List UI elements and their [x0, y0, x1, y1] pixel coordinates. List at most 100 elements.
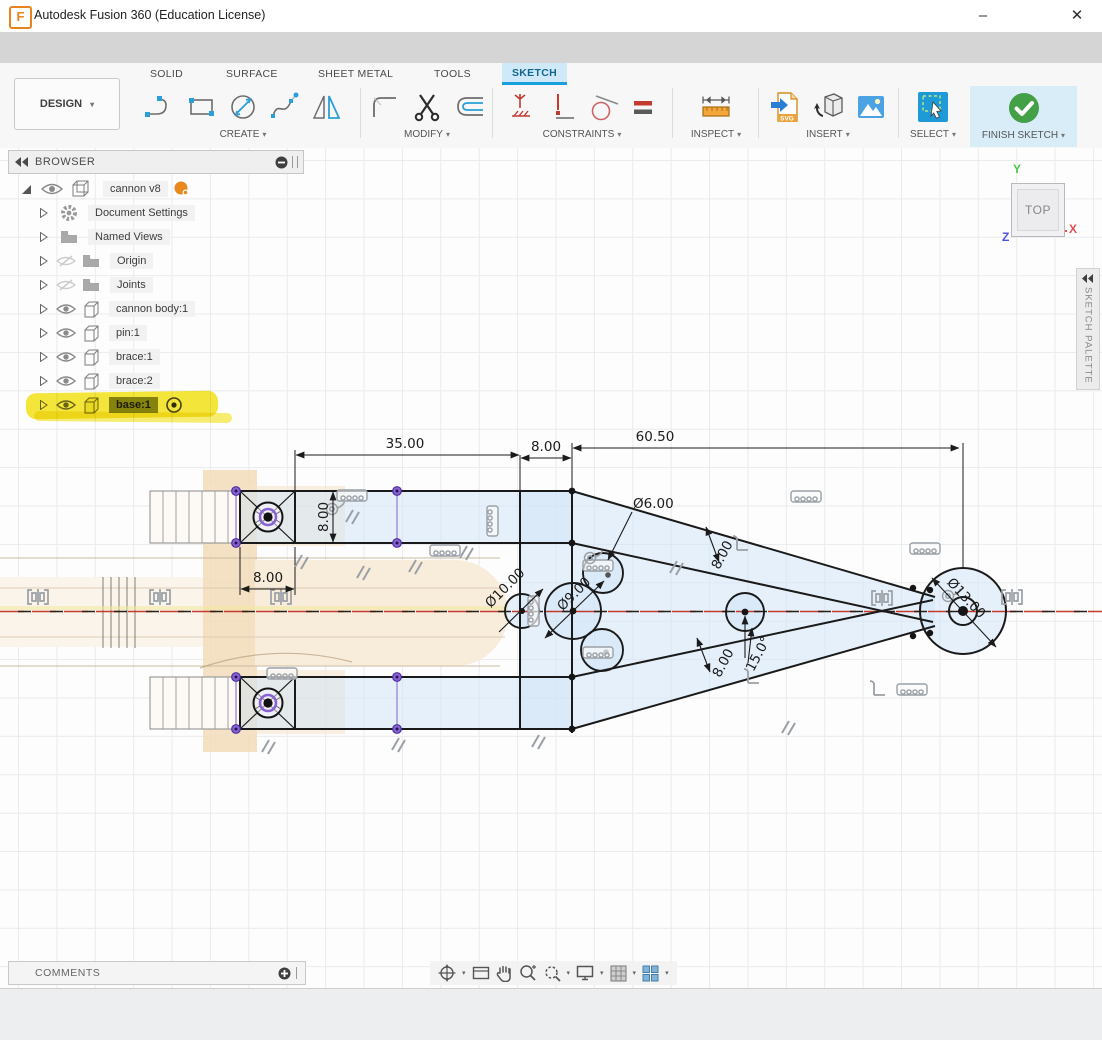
- orbit-caret-icon[interactable]: ▾: [462, 969, 466, 977]
- display-settings-icon[interactable]: [576, 965, 594, 981]
- tab-surface[interactable]: SURFACE: [216, 63, 288, 85]
- fit-view-icon[interactable]: [543, 964, 561, 982]
- insert-svg-icon[interactable]: SVG: [769, 90, 801, 124]
- browser-item-cannon-body[interactable]: cannon body:1: [40, 298, 195, 320]
- browser-item-label[interactable]: brace:1: [109, 349, 160, 365]
- pin-hole-top[interactable]: [254, 503, 283, 532]
- insert-mesh-icon[interactable]: [811, 91, 845, 123]
- finish-sketch-button[interactable]: FINISH SKETCH▾: [970, 86, 1077, 147]
- view-cube[interactable]: TOP: [1011, 183, 1065, 237]
- fixed-constraint-icon[interactable]: [508, 91, 538, 123]
- expander-icon[interactable]: [40, 256, 48, 266]
- fit-caret-icon[interactable]: ▾: [567, 969, 571, 977]
- pan-hand-icon[interactable]: [496, 964, 513, 982]
- select-tool-icon[interactable]: [917, 91, 949, 123]
- expander-icon[interactable]: [40, 304, 48, 314]
- expand-panel-icon[interactable]: [1082, 274, 1094, 283]
- eye-off-icon[interactable]: [56, 254, 76, 268]
- select-group-label[interactable]: SELECT▾: [910, 129, 956, 140]
- browser-item-label[interactable]: Origin: [110, 253, 153, 269]
- panel-grip[interactable]: [296, 967, 300, 979]
- offset-tool-icon[interactable]: [453, 91, 485, 123]
- zoom-icon[interactable]: [519, 964, 537, 982]
- browser-item-label[interactable]: Joints: [110, 277, 153, 293]
- browser-item-origin[interactable]: Origin: [40, 250, 153, 272]
- tab-sheet-metal[interactable]: SHEET METAL: [308, 63, 403, 85]
- fillet-tool-icon[interactable]: [369, 91, 401, 123]
- equal-constraint-icon[interactable]: [630, 91, 656, 123]
- create-group-label[interactable]: CREATE▾: [220, 129, 267, 140]
- browser-item-label[interactable]: pin:1: [109, 325, 147, 341]
- eye-off-icon[interactable]: [56, 278, 76, 292]
- panel-grip[interactable]: [292, 156, 298, 168]
- expander-icon[interactable]: [40, 352, 48, 362]
- browser-item-brace-2[interactable]: brace:2: [40, 370, 160, 392]
- eye-icon[interactable]: [56, 302, 76, 316]
- measure-tool-icon[interactable]: [699, 91, 733, 123]
- trim-scissors-icon[interactable]: [411, 91, 443, 123]
- axis-y-label: Y: [1013, 162, 1021, 176]
- line-tool-icon[interactable]: [143, 91, 175, 123]
- remove-icon[interactable]: [275, 156, 288, 169]
- browser-item-brace-1[interactable]: brace:1: [40, 346, 160, 368]
- browser-item-document-settings[interactable]: Document Settings: [40, 202, 195, 224]
- tangent-constraint-icon[interactable]: [588, 91, 620, 123]
- window-title: Autodesk Fusion 360 (Education License): [34, 8, 265, 22]
- display-caret-icon[interactable]: ▾: [600, 969, 604, 977]
- tab-sketch[interactable]: SKETCH: [502, 63, 567, 85]
- insert-group-label[interactable]: INSERT▾: [806, 129, 850, 140]
- look-at-icon[interactable]: [472, 965, 490, 981]
- workspace-selector[interactable]: DESIGN ▾: [14, 78, 120, 130]
- sketch-drawing[interactable]: 35.00 8.00 60.50 8.00 8.00 Ø6.00 Ø9.00 Ø…: [0, 148, 1102, 988]
- browser-item-pin[interactable]: pin:1: [40, 322, 147, 344]
- grid-settings-icon[interactable]: [610, 965, 627, 982]
- browser-item-label[interactable]: cannon body:1: [109, 301, 195, 317]
- expander-icon[interactable]: [40, 280, 48, 290]
- eye-icon[interactable]: [56, 374, 76, 388]
- viewports-caret-icon[interactable]: ▾: [665, 969, 669, 977]
- vertical-horizontal-constraint-icon[interactable]: [548, 91, 578, 123]
- eye-icon[interactable]: [41, 182, 63, 196]
- browser-item-label[interactable]: Named Views: [88, 229, 170, 245]
- insert-canvas-icon[interactable]: [855, 91, 887, 123]
- sketch-palette-tab[interactable]: SKETCH PALETTE: [1076, 268, 1100, 390]
- constraints-group-label[interactable]: CONSTRAINTS▾: [543, 129, 622, 140]
- browser-item-label[interactable]: Document Settings: [88, 205, 195, 221]
- browser-item-named-views[interactable]: Named Views: [40, 226, 170, 248]
- view-cube-face[interactable]: TOP: [1017, 189, 1059, 231]
- create-group: CREATE▾: [130, 86, 356, 144]
- browser-item-root[interactable]: cannon v8: [22, 178, 190, 200]
- ribbon-separator: [898, 88, 899, 138]
- browser-item-label[interactable]: brace:2: [109, 373, 160, 389]
- grid-caret-icon[interactable]: ▾: [633, 969, 637, 977]
- eye-icon[interactable]: [56, 326, 76, 340]
- maximize-button[interactable]: [1018, 6, 1048, 26]
- browser-header[interactable]: BROWSER: [8, 150, 304, 174]
- minimize-button[interactable]: –: [968, 6, 998, 26]
- title-bar: F Autodesk Fusion 360 (Education License…: [0, 0, 1102, 32]
- eye-icon[interactable]: [56, 350, 76, 364]
- circle-tool-icon[interactable]: [227, 91, 259, 123]
- expander-icon[interactable]: [40, 232, 48, 242]
- spline-tool-icon[interactable]: [269, 91, 301, 123]
- mirror-tool-icon[interactable]: [311, 91, 343, 123]
- orbit-icon[interactable]: [438, 964, 456, 982]
- comments-bar[interactable]: COMMENTS: [8, 961, 306, 985]
- modify-group-label[interactable]: MODIFY▾: [404, 129, 450, 140]
- collapse-panel-icon[interactable]: [15, 157, 29, 167]
- close-button[interactable]: ✕: [1062, 6, 1092, 26]
- browser-item-label[interactable]: cannon v8: [103, 181, 168, 197]
- rectangle-tool-icon[interactable]: [185, 91, 217, 123]
- viewports-icon[interactable]: [642, 965, 659, 982]
- browser-item-joints[interactable]: Joints: [40, 274, 153, 296]
- tab-tools[interactable]: TOOLS: [424, 63, 481, 85]
- expander-icon[interactable]: [40, 376, 48, 386]
- add-comment-icon[interactable]: [278, 967, 291, 980]
- expander-icon[interactable]: [40, 328, 48, 338]
- svg-text:8.00: 8.00: [253, 570, 283, 586]
- pin-hole-bottom[interactable]: [254, 689, 283, 718]
- tab-solid[interactable]: SOLID: [140, 63, 193, 85]
- expander-open-icon[interactable]: [22, 185, 31, 194]
- expander-icon[interactable]: [40, 208, 48, 218]
- inspect-group-label[interactable]: INSPECT▾: [691, 129, 741, 140]
